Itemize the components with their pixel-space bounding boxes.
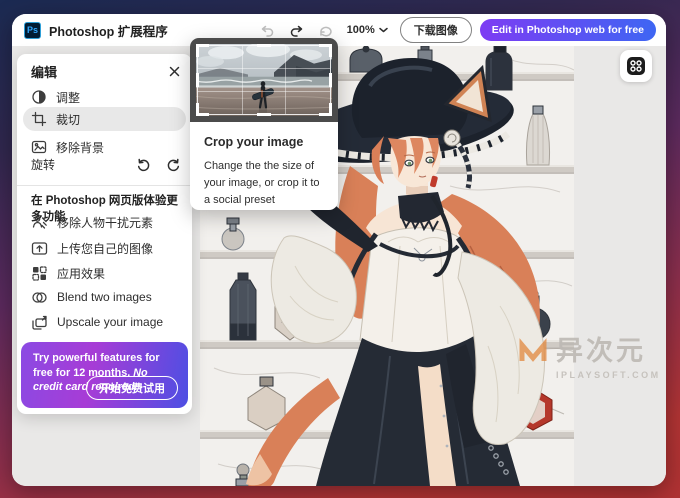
blend-images-icon <box>32 291 47 303</box>
ps-logo: Ps <box>24 21 41 39</box>
app-title: Photoshop 扩展程序 <box>49 24 168 39</box>
rotate-row: 旋转 <box>23 152 182 176</box>
zoom-level-value: 100% <box>346 24 375 36</box>
tool-adjust[interactable]: 调整 <box>23 85 186 109</box>
desktop-background: Ps Photoshop 扩展程序 100% 下载图像 Edit in Phot… <box>0 0 680 498</box>
upload-image-icon <box>31 241 48 255</box>
start-free-trial-button[interactable]: 开始免费试用 <box>86 376 178 400</box>
trial-promo-card: Try powerful features for free for 12 mo… <box>21 342 188 408</box>
redo-icon[interactable] <box>288 21 306 39</box>
tooltip-body: Change the the size of your image, or cr… <box>204 160 320 207</box>
feature-upscale-image[interactable]: Upscale your image <box>23 310 186 334</box>
download-image-button[interactable]: 下载图像 <box>399 17 472 43</box>
feature-upload-image[interactable]: 上传您自己的图像 <box>23 236 186 260</box>
apps-grid-button[interactable] <box>620 50 652 82</box>
apps-grid-icon <box>627 57 645 75</box>
adjust-icon <box>32 90 46 104</box>
crop-handle-icon[interactable] <box>196 44 209 57</box>
panel-title: 编辑 <box>31 64 58 80</box>
apply-effects-icon <box>32 265 47 281</box>
rotate-cw-icon[interactable] <box>164 155 182 173</box>
upscale-image-icon <box>32 315 47 330</box>
crop-handle-icon[interactable] <box>319 44 332 57</box>
panel-divider <box>17 185 192 186</box>
zoom-level-dropdown[interactable]: 100% <box>347 24 388 36</box>
tool-crop[interactable]: 裁切 <box>23 107 186 131</box>
feature-apply-effects[interactable]: 应用效果 <box>23 261 186 285</box>
tooltip-title: Crop your image <box>204 135 304 149</box>
rotate-ccw-icon[interactable] <box>134 155 152 173</box>
crop-overlay[interactable] <box>196 44 332 116</box>
crop-icon <box>31 111 47 127</box>
rotate-label: 旋转 <box>31 157 56 172</box>
feature-blend-images[interactable]: Blend two images <box>23 285 186 309</box>
photoshop-extension-window: Ps Photoshop 扩展程序 100% 下载图像 Edit in Phot… <box>12 14 666 486</box>
feature-remove-people[interactable]: 移除人物干扰元素 <box>23 210 186 234</box>
chevron-down-icon <box>379 27 388 33</box>
edit-panel: 编辑 调整 裁切 移除背景 旋转 在 Photoshop 网页版体验更多功能 移… <box>17 54 192 414</box>
crop-tooltip: Crop your image Change the the size of y… <box>190 38 338 210</box>
undo-icon[interactable] <box>259 21 277 39</box>
edit-in-photoshop-button[interactable]: Edit in Photoshop web for free <box>479 19 656 41</box>
header-bar: Ps Photoshop 扩展程序 100% 下载图像 Edit in Phot… <box>12 14 666 46</box>
remove-people-icon <box>32 215 47 229</box>
crop-handle-icon[interactable] <box>196 103 209 116</box>
crop-handle-icon[interactable] <box>319 103 332 116</box>
revert-icon[interactable] <box>317 21 335 39</box>
crop-tooltip-thumbnail <box>190 38 338 122</box>
close-icon[interactable] <box>166 63 182 79</box>
